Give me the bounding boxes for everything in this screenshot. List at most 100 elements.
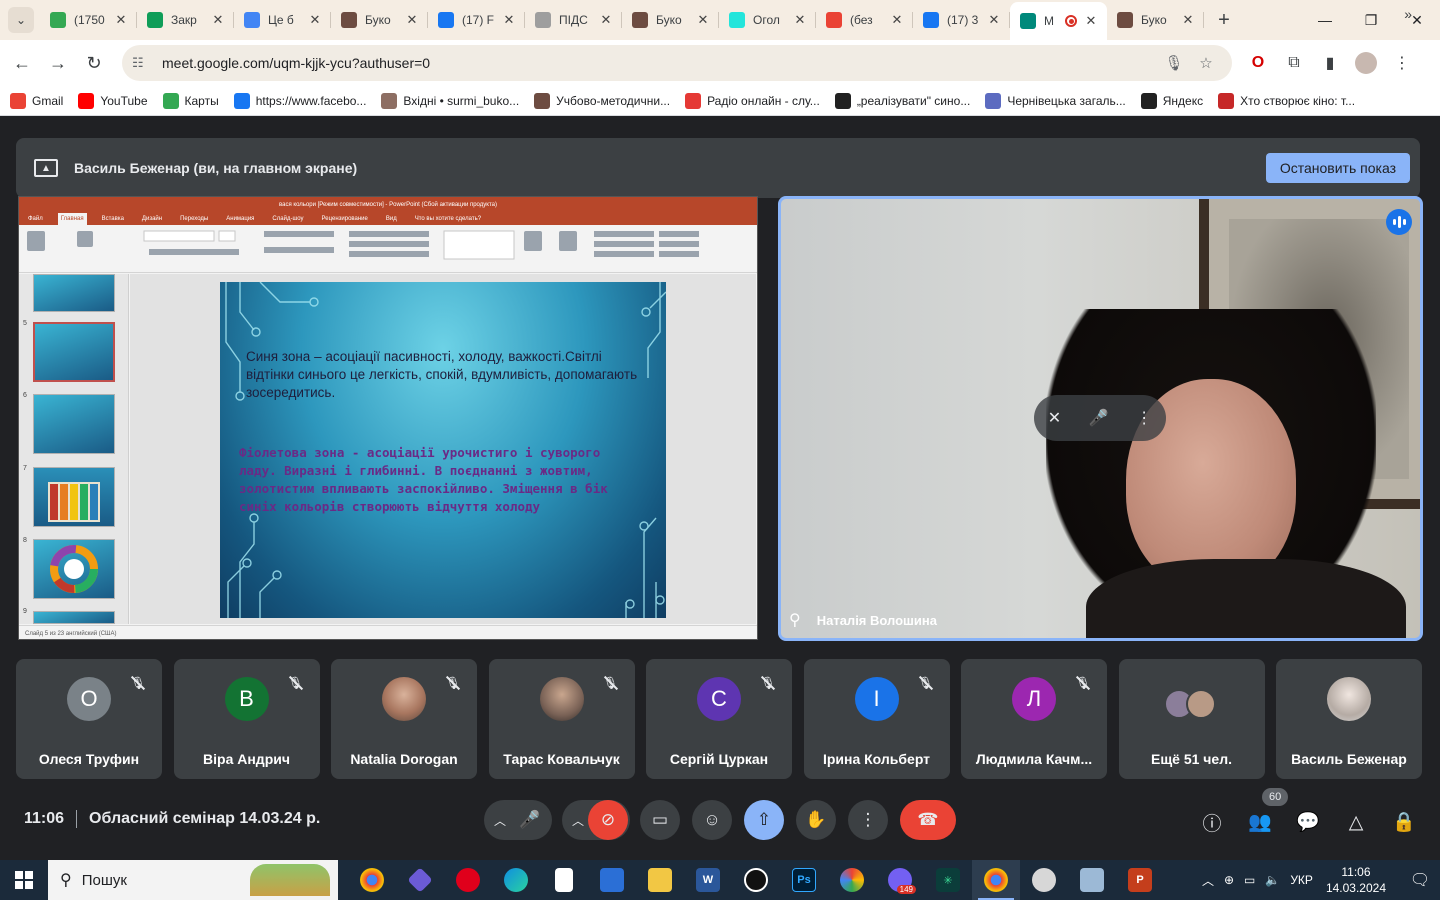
bookmark-item[interactable]: Чернівецька загаль...	[985, 92, 1126, 109]
slide-thumbnail[interactable]	[33, 467, 115, 527]
close-tab-icon[interactable]: ✕	[792, 12, 808, 28]
bookmark-item[interactable]: „реалізувати" сино...	[834, 92, 970, 109]
taskbar-remote-desktop[interactable]	[1068, 860, 1116, 900]
participant-tile[interactable]: І 🎙 Ірина Кольберт	[803, 659, 950, 779]
bookmark-item[interactable]: Вхідні • surmi_buko...	[381, 92, 519, 109]
language-indicator[interactable]: УКР	[1290, 873, 1313, 887]
ppt-ribbon-tab[interactable]: Слайд-шоу	[269, 213, 306, 225]
microphone-button[interactable]: 🎤	[510, 800, 550, 840]
taskbar-app[interactable]	[396, 860, 444, 900]
taskbar-word[interactable]: W	[684, 860, 732, 900]
raise-hand-button[interactable]: ✋	[796, 800, 836, 840]
taskbar-opera[interactable]	[444, 860, 492, 900]
ppt-ribbon-tab[interactable]: Дизайн	[139, 213, 165, 225]
more-options-icon[interactable]: ⋮	[1136, 408, 1152, 428]
browser-tab[interactable]: (17) 3 ✕	[913, 0, 1010, 40]
close-tab-icon[interactable]: ✕	[404, 12, 420, 28]
browser-tab[interactable]: (без ✕	[816, 0, 913, 40]
ppt-ribbon-tab[interactable]: Вставка	[99, 213, 127, 225]
bookmark-star-icon[interactable]: ☆	[1190, 54, 1222, 72]
minimize-icon[interactable]: —	[1302, 0, 1348, 40]
participant-tile[interactable]: 🎙 Natalia Dorogan	[331, 659, 477, 779]
opera-extension-icon[interactable]: O	[1240, 45, 1276, 81]
taskbar-search[interactable]: ⚲ Пошук	[48, 860, 338, 900]
taskbar-picasa[interactable]	[828, 860, 876, 900]
slide-thumbnail[interactable]	[33, 611, 115, 624]
more-options-button[interactable]: ⋮	[848, 800, 888, 840]
speaker-video-tile[interactable]: ✕ 🎤 ⋮ ⚲ Наталія Волошина	[778, 196, 1423, 641]
bookmark-item[interactable]: YouTube	[78, 92, 148, 109]
captions-button[interactable]: ▭	[640, 800, 680, 840]
ppt-ribbon-tab[interactable]: Рецензирование	[319, 213, 371, 225]
browser-tab[interactable]: Буко ✕	[331, 0, 428, 40]
tray-overflow-icon[interactable]: ︿	[1202, 872, 1214, 889]
taskbar-screen-tool[interactable]	[588, 860, 636, 900]
notification-center-icon[interactable]: 🗨	[1400, 860, 1440, 900]
side-panel-icon[interactable]: ▮	[1312, 45, 1348, 81]
browser-tab[interactable]: (1750 ✕	[40, 0, 137, 40]
presentation-tile[interactable]: вася кольори [Режим совместимости] - Pow…	[18, 196, 758, 640]
bookmarks-overflow-icon[interactable]: »	[1404, 6, 1412, 22]
leave-call-button[interactable]: ☎	[900, 800, 956, 840]
browser-tab[interactable]: ПІДС ✕	[525, 0, 622, 40]
close-tab-icon[interactable]: ✕	[986, 12, 1002, 28]
bookmark-item[interactable]: Яндекс	[1140, 92, 1203, 109]
slide-thumbnail[interactable]	[33, 394, 115, 454]
extensions-puzzle-icon[interactable]: ⧉	[1276, 45, 1312, 81]
taskbar-edge[interactable]	[492, 860, 540, 900]
host-controls-lock-icon[interactable]: 🔒	[1390, 808, 1418, 836]
close-tab-icon[interactable]: ✕	[598, 12, 614, 28]
back-button[interactable]: ←	[4, 45, 40, 81]
taskbar-document[interactable]	[540, 860, 588, 900]
close-window-icon[interactable]: ✕	[1394, 0, 1440, 40]
taskbar-photoshop[interactable]: Ps	[780, 860, 828, 900]
new-tab-button[interactable]: +	[1210, 6, 1238, 34]
volume-icon[interactable]: 🔈	[1265, 873, 1280, 887]
activities-icon[interactable]: △	[1342, 808, 1370, 836]
slide-thumbnail-selected[interactable]	[33, 322, 115, 382]
tray-app-icon[interactable]: ⊕	[1224, 873, 1234, 887]
browser-tab[interactable]: Це б ✕	[234, 0, 331, 40]
taskbar-viber[interactable]: 149	[876, 860, 924, 900]
browser-tab[interactable]: (17) F ✕	[428, 0, 525, 40]
ppt-ribbon-tab[interactable]: Главная	[57, 213, 87, 225]
people-icon[interactable]: 👥	[1246, 808, 1274, 836]
participant-tile[interactable]: Ещё 51 чел.	[1118, 659, 1265, 779]
close-tab-icon[interactable]: ✕	[1083, 13, 1099, 29]
tab-search-menu-button[interactable]: ⌄	[8, 7, 34, 33]
taskbar-powerpoint[interactable]: P	[1116, 860, 1164, 900]
close-tab-icon[interactable]: ✕	[307, 12, 323, 28]
site-info-icon[interactable]: ☷	[132, 55, 156, 71]
ppt-ribbon-tab[interactable]: Переходы	[177, 213, 211, 225]
taskbar-chrome-active[interactable]	[972, 860, 1020, 900]
close-tab-icon[interactable]: ✕	[1180, 12, 1196, 28]
meeting-details-icon[interactable]: ⓘ	[1198, 808, 1226, 836]
browser-tab[interactable]: Огол ✕	[719, 0, 816, 40]
profile-avatar[interactable]	[1348, 45, 1384, 81]
taskbar-chrome[interactable]	[348, 860, 396, 900]
ppt-ribbon-tab[interactable]: Анимация	[223, 213, 257, 225]
close-tab-icon[interactable]: ✕	[889, 12, 905, 28]
taskbar-pen-tool[interactable]	[732, 860, 780, 900]
restore-icon[interactable]: ❐	[1348, 0, 1394, 40]
participant-tile[interactable]: Л 🎙 Людмила Качм...	[961, 659, 1107, 779]
reload-button[interactable]: ↻	[76, 45, 112, 81]
bookmark-item[interactable]: Карты	[162, 92, 219, 109]
bookmark-item[interactable]: Учбово-методични...	[534, 92, 670, 109]
chat-icon[interactable]: 💬	[1294, 808, 1322, 836]
voice-search-icon[interactable]: 🎙	[1158, 54, 1190, 72]
unpin-icon[interactable]: ✕	[1048, 408, 1061, 428]
close-tab-icon[interactable]: ✕	[113, 12, 129, 28]
bookmark-item[interactable]: Радіо онлайн - слу...	[685, 92, 820, 109]
participant-tile[interactable]: О 🎙 Олеся Труфин	[16, 659, 162, 779]
participant-tile[interactable]: С 🎙 Сергій Цуркан	[646, 659, 792, 779]
participant-tile[interactable]: 🎙 Тарас Ковальчук	[488, 659, 635, 779]
microphone-icon[interactable]: 🎤	[1089, 408, 1109, 428]
taskbar-network-tool[interactable]: ✳	[924, 860, 972, 900]
participant-tile[interactable]: Василь Беженар	[1276, 659, 1422, 779]
browser-tab[interactable]: Буко ✕	[1107, 0, 1204, 40]
stop-presenting-button[interactable]: Остановить показ	[1265, 153, 1410, 183]
bookmark-item[interactable]: https://www.facebo...	[233, 92, 366, 109]
bookmark-item[interactable]: Хто створює кіно: т...	[1218, 92, 1355, 109]
ppt-ribbon-tab[interactable]: Что вы хотите сделать?	[412, 213, 484, 225]
